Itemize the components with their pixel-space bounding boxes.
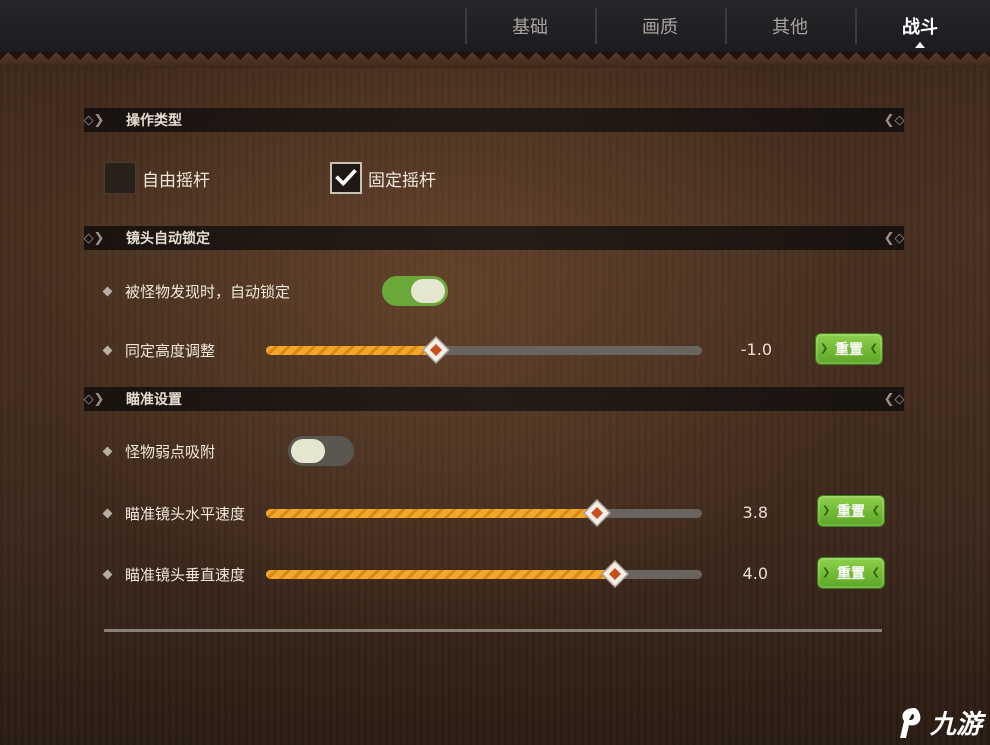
fixed-stick-checkbox[interactable] bbox=[330, 162, 362, 194]
fixed-stick-label: 固定摇杆 bbox=[368, 170, 436, 191]
chevron-right-icon: ◇❯ bbox=[83, 230, 105, 246]
tab-other[interactable]: 其他 bbox=[725, 0, 855, 52]
toggle-knob bbox=[291, 439, 325, 463]
slider-thumb-icon[interactable] bbox=[600, 560, 629, 588]
checkmark-icon bbox=[335, 168, 357, 187]
watermark-logo-icon bbox=[899, 707, 921, 738]
auto-lock-toggle[interactable] bbox=[382, 276, 448, 306]
horizontal-speed-label: 瞄准镜头水平速度 bbox=[125, 504, 246, 523]
chevron-right-icon: ◇❯ bbox=[83, 112, 105, 128]
horizontal-reset-button[interactable]: ❯ 重置 ❮ bbox=[817, 495, 885, 527]
bottom-divider bbox=[104, 629, 882, 632]
chevron-left-icon: ❮ bbox=[869, 343, 878, 354]
horizontal-speed-slider[interactable] bbox=[266, 499, 702, 527]
free-stick-option[interactable]: 自由摇杆 bbox=[104, 162, 210, 194]
chevron-left-icon: ❮◇ bbox=[883, 112, 905, 128]
slider-fill bbox=[266, 346, 437, 355]
vertical-speed-label: 瞄准镜头垂直速度 bbox=[125, 565, 246, 584]
slider-fill bbox=[266, 509, 598, 518]
weak-point-row: 怪物弱点吸附 bbox=[102, 436, 894, 466]
diamond-bullet-icon bbox=[102, 345, 113, 355]
vertical-reset-button[interactable]: ❯ 重置 ❮ bbox=[817, 557, 885, 589]
height-adjust-label: 同定高度调整 bbox=[125, 341, 216, 360]
settings-tabs: 基础 画质 其他 战斗 bbox=[465, 0, 985, 52]
slider-thumb-icon[interactable] bbox=[583, 499, 612, 527]
tab-combat[interactable]: 战斗 bbox=[855, 0, 985, 52]
slider-fill bbox=[266, 570, 615, 579]
weak-point-label: 怪物弱点吸附 bbox=[125, 442, 216, 461]
tab-basic[interactable]: 基础 bbox=[465, 0, 595, 52]
diamond-bullet-icon bbox=[102, 569, 113, 579]
section-title: 瞄准设置 bbox=[126, 392, 182, 408]
height-reset-button[interactable]: ❯ 重置 ❮ bbox=[815, 333, 883, 365]
fixed-stick-option[interactable]: 固定摇杆 bbox=[330, 162, 436, 194]
top-bar: 基础 画质 其他 战斗 bbox=[0, 0, 990, 52]
chevron-right-icon: ❯ bbox=[822, 505, 831, 516]
horizontal-speed-value: 3.8 bbox=[742, 503, 768, 522]
tab-label: 战斗 bbox=[902, 17, 938, 38]
vertical-speed-slider[interactable] bbox=[266, 560, 702, 588]
section-title: 操作类型 bbox=[126, 113, 182, 129]
auto-lock-row: 被怪物发现时，自动锁定 bbox=[102, 276, 894, 306]
chevron-right-icon: ❯ bbox=[822, 567, 831, 578]
auto-lock-label: 被怪物发现时，自动锁定 bbox=[125, 282, 291, 301]
chevron-left-icon: ❮◇ bbox=[883, 391, 905, 407]
free-stick-label: 自由摇杆 bbox=[142, 170, 210, 191]
active-tab-caret-icon bbox=[915, 42, 925, 48]
chevron-left-icon: ❮ bbox=[871, 505, 880, 516]
tab-graphics[interactable]: 画质 bbox=[595, 0, 725, 52]
diamond-bullet-icon bbox=[102, 286, 113, 296]
reset-label: 重置 bbox=[837, 504, 865, 520]
decorative-border bbox=[0, 52, 990, 68]
section-header-operation: ◇❯ 操作类型 ❮◇ bbox=[84, 108, 904, 132]
reset-label: 重置 bbox=[837, 566, 865, 582]
height-adjust-slider[interactable] bbox=[266, 336, 702, 364]
section-header-camera-lock: ◇❯ 镜头自动锁定 ❮◇ bbox=[84, 226, 904, 250]
chevron-left-icon: ❮◇ bbox=[883, 230, 905, 246]
watermark-text: 九游 bbox=[929, 710, 982, 740]
tab-label: 画质 bbox=[642, 17, 678, 38]
height-adjust-value: -1.0 bbox=[740, 340, 772, 359]
slider-thumb-icon[interactable] bbox=[422, 336, 451, 364]
toggle-knob bbox=[411, 279, 445, 303]
diamond-bullet-icon bbox=[102, 508, 113, 518]
vertical-speed-value: 4.0 bbox=[742, 564, 768, 583]
chevron-right-icon: ❯ bbox=[820, 343, 829, 354]
tab-label: 基础 bbox=[512, 17, 548, 38]
section-header-aim: ◇❯ 瞄准设置 ❮◇ bbox=[84, 387, 904, 411]
reset-label: 重置 bbox=[835, 342, 863, 358]
chevron-left-icon: ❮ bbox=[871, 567, 880, 578]
watermark: 九游 bbox=[892, 704, 982, 741]
free-stick-checkbox[interactable] bbox=[104, 162, 136, 194]
chevron-right-icon: ◇❯ bbox=[83, 391, 105, 407]
section-title: 镜头自动锁定 bbox=[126, 231, 210, 247]
tab-label: 其他 bbox=[772, 17, 808, 38]
diamond-bullet-icon bbox=[102, 446, 113, 456]
weak-point-toggle[interactable] bbox=[288, 436, 354, 466]
